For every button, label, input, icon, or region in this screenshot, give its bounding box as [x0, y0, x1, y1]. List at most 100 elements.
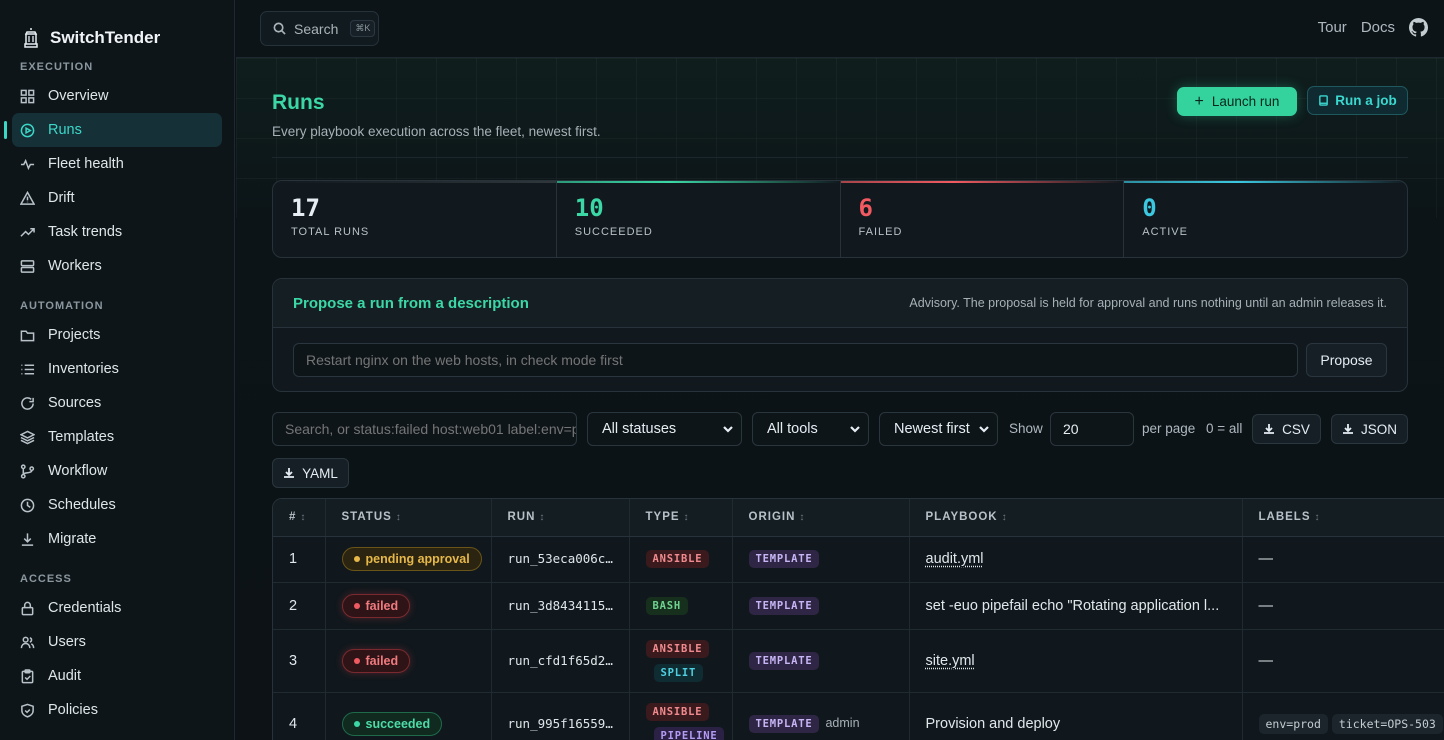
stat-failed: 6 FAILED — [840, 181, 1125, 257]
layers-icon — [20, 430, 35, 444]
play-circle-icon — [20, 123, 35, 137]
column-header-label: ORIGIN — [748, 511, 796, 524]
run-id-link[interactable]: run_3d8434115… — [508, 598, 613, 613]
sort-select[interactable]: Newest first — [879, 412, 998, 446]
sidebar-item-overview[interactable]: Overview — [12, 79, 222, 113]
sidebar-item-label: Users — [48, 634, 86, 650]
docs-link[interactable]: Docs — [1361, 19, 1395, 36]
sidebar-item-label: Credentials — [48, 600, 122, 616]
users-icon — [20, 636, 35, 648]
status-badge: succeeded — [341, 712, 443, 736]
propose-input[interactable] — [293, 343, 1298, 377]
sidebar-item-projects[interactable]: Projects — [12, 318, 222, 352]
status-select-value: All statuses — [602, 421, 677, 437]
download-icon — [1342, 424, 1353, 434]
propose-panel: Propose a run from a description Advisor… — [272, 278, 1408, 392]
sidebar-item-policies[interactable]: Policies — [12, 693, 222, 727]
sort-icon: ↕ — [1314, 512, 1321, 524]
status-dot-icon — [353, 721, 360, 727]
sidebar-item-runs[interactable]: Runs — [4, 113, 222, 147]
column-header-label: STATUS — [341, 511, 392, 524]
sidebar-item-label: Workflow — [48, 463, 108, 479]
sidebar-item-sources[interactable]: Sources — [12, 386, 222, 420]
column-header-label: PLAYBOOK — [925, 511, 998, 524]
launch-run-button[interactable]: + Launch run — [1177, 87, 1297, 116]
yaml-label: YAML — [302, 465, 338, 481]
sidebar-item-drift[interactable]: Drift — [12, 181, 222, 215]
sidebar-item-workflow[interactable]: Workflow — [12, 454, 222, 488]
github-icon[interactable] — [1409, 18, 1428, 37]
propose-note: Advisory. The proposal is held for appro… — [909, 296, 1387, 310]
runs-search-input[interactable] — [272, 412, 577, 446]
sidebar-item-credentials[interactable]: Credentials — [12, 591, 222, 625]
table-row[interactable]: 2 failed run_3d8434115… BASH TEMPLATE se… — [273, 582, 1444, 630]
sidebar-item-label: Policies — [48, 702, 98, 718]
table-row[interactable]: 1 pending approval run_53eca006c… ANSIBL… — [273, 536, 1444, 583]
stat-active: 0 ACTIVE — [1124, 181, 1407, 257]
export-csv-button[interactable]: CSV — [1252, 414, 1321, 444]
folder-icon — [20, 330, 35, 341]
column-header-label: LABELS — [1258, 511, 1311, 524]
tool-select[interactable]: All tools — [752, 412, 869, 446]
playbook-name: set -euo pipefail echo "Rotating applica… — [925, 597, 1220, 614]
zero-all-hint: 0 = all — [1206, 421, 1243, 436]
book-icon — [1319, 95, 1329, 106]
tour-link[interactable]: Tour — [1318, 19, 1347, 36]
export-yaml-button[interactable]: YAML — [272, 458, 349, 488]
row-number: 2 — [273, 582, 326, 630]
sidebar-item-workers[interactable]: Workers — [12, 249, 222, 283]
run-id-link[interactable]: run_53eca006c… — [508, 551, 613, 566]
warning-triangle-icon — [20, 190, 35, 205]
export-json-button[interactable]: JSON — [1331, 414, 1408, 444]
run-id-link[interactable]: run_cfd1f65d2… — [508, 653, 613, 668]
sidebar-item-schedules[interactable]: Schedules — [12, 488, 222, 522]
label-chip: env=prod — [1258, 714, 1328, 734]
sidebar-item-audit[interactable]: Audit — [12, 659, 222, 693]
sidebar-item-migrate[interactable]: Migrate — [12, 522, 222, 556]
empty-labels: — — [1258, 597, 1274, 614]
search-button[interactable]: Search ⌘K — [260, 11, 379, 46]
column-header-playbook[interactable]: PLAYBOOK ↕ — [909, 499, 1243, 537]
launch-run-label: Launch run — [1211, 94, 1280, 109]
table-row[interactable]: 3 failed run_cfd1f65d2… ANSIBLE SPLIT TEM… — [273, 629, 1444, 693]
runs-table: # ↕ STATUS ↕ RUN ↕ TYPE ↕ ORIGIN ↕ PLAYBOOK ↕ LABELS… — [272, 498, 1444, 740]
lock-icon — [21, 601, 34, 615]
sidebar-item-label: Migrate — [48, 531, 97, 547]
sidebar-item-users[interactable]: Users — [12, 625, 222, 659]
stat-value: 6 — [858, 194, 873, 222]
run-a-job-button[interactable]: Run a job — [1307, 86, 1408, 115]
status-select[interactable]: All statuses — [587, 412, 742, 446]
sidebar-item-task-trends[interactable]: Task trends — [12, 215, 222, 249]
origin-tag: TEMPLATE — [748, 715, 820, 733]
brand[interactable]: SwitchTender — [0, 0, 234, 58]
sidebar-item-fleet-health[interactable]: Fleet health — [12, 147, 222, 181]
type-tag: ANSIBLE — [645, 550, 710, 568]
column-header-run[interactable]: RUN ↕ — [491, 499, 630, 537]
nav-section-title: ACCESS — [20, 573, 72, 585]
column-header-status[interactable]: STATUS ↕ — [325, 499, 492, 537]
type-tag: PIPELINE — [653, 727, 725, 740]
status-badge: failed — [341, 648, 411, 673]
stat-value: 10 — [574, 194, 604, 222]
playbook-name[interactable]: site.yml — [926, 653, 975, 669]
propose-button[interactable]: Propose — [1306, 343, 1387, 377]
download-icon — [284, 468, 295, 478]
playbook-name[interactable]: audit.yml — [926, 551, 984, 567]
per-page-input[interactable] — [1050, 412, 1134, 446]
row-number: 3 — [273, 629, 326, 693]
download-icon — [1264, 424, 1275, 434]
status-dot-icon — [353, 602, 360, 609]
sidebar-item-inventories[interactable]: Inventories — [12, 352, 222, 386]
column-header-origin[interactable]: ORIGIN ↕ — [732, 499, 910, 537]
grid-icon — [20, 89, 35, 103]
table-row[interactable]: 4 succeeded run_995f16559… ANSIBLE PIPELI… — [273, 692, 1444, 740]
stat-succeeded: 10 SUCCEEDED — [556, 181, 841, 257]
divider — [272, 157, 1408, 158]
stat-total-runs: 17 TOTAL RUNS — [273, 181, 557, 257]
run-id-link[interactable]: run_995f16559… — [508, 716, 613, 731]
column-header-number[interactable]: # ↕ — [273, 499, 326, 537]
column-header-type[interactable]: TYPE ↕ — [629, 499, 733, 537]
sidebar-item-templates[interactable]: Templates — [12, 420, 222, 454]
column-header-labels[interactable]: LABELS ↕ — [1242, 499, 1444, 537]
pulse-icon — [20, 158, 35, 170]
